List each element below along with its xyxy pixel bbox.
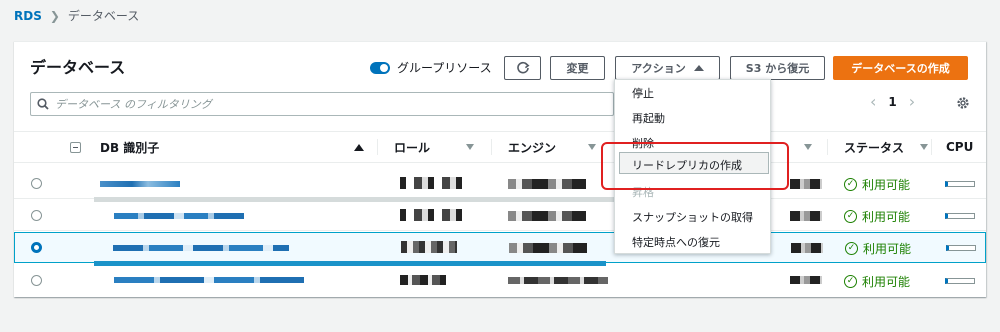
highlight-annotation-box	[601, 142, 789, 190]
cpu-meter	[945, 213, 975, 219]
prev-page-icon[interactable]: ‹	[870, 94, 876, 110]
check-circle-icon: ✓	[844, 178, 857, 191]
engine-redacted	[508, 179, 586, 189]
status-badge: ✓ 利用可能	[844, 208, 910, 225]
breadcrumb-current: データベース	[67, 9, 140, 23]
engine-redacted	[508, 211, 586, 221]
column-label: DB 識別子	[100, 140, 160, 155]
role-redacted	[400, 209, 464, 221]
actions-button[interactable]: アクション	[615, 56, 720, 80]
gear-icon[interactable]	[956, 96, 970, 110]
column-status[interactable]: ステータス	[844, 132, 932, 162]
status-badge: ✓ 利用可能	[844, 273, 910, 290]
check-circle-icon: ✓	[845, 242, 858, 255]
redacted-value	[790, 179, 822, 189]
status-text: 利用可能	[862, 210, 911, 224]
role-redacted	[400, 177, 464, 189]
breadcrumb: RDS ❯ データベース	[14, 7, 139, 24]
table-row-selected[interactable]: ✓ 利用可能	[14, 232, 986, 263]
cpu-meter	[946, 245, 976, 251]
column-role[interactable]: ロール	[394, 132, 492, 162]
cpu-meter	[945, 181, 975, 187]
group-resources-toggle[interactable]	[370, 61, 390, 74]
check-circle-icon: ✓	[844, 210, 857, 223]
pagination: ‹ 1 ›	[870, 94, 915, 110]
page-title: データベース	[30, 58, 126, 77]
row-radio-selected[interactable]	[31, 242, 42, 253]
sort-ascending-icon	[354, 143, 364, 151]
row-radio[interactable]	[31, 275, 42, 286]
restore-from-s3-button[interactable]: S3 から復元	[730, 56, 825, 80]
breadcrumb-rds-link[interactable]: RDS	[14, 9, 42, 23]
engine-redacted	[508, 277, 608, 284]
caret-up-icon	[693, 65, 704, 71]
cpu-meter	[945, 278, 975, 284]
db-identifier-redacted[interactable]	[100, 181, 180, 187]
group-resources-toggle-wrap: グループリソース	[370, 59, 492, 76]
search-input[interactable]: データベース のフィルタリング	[30, 92, 614, 116]
status-text: 利用可能	[863, 242, 912, 256]
column-cpu[interactable]: CPU	[946, 132, 986, 162]
redacted-value	[791, 243, 823, 253]
column-hidden-sort[interactable]	[788, 132, 828, 162]
db-identifier-redacted[interactable]	[114, 213, 244, 219]
refresh-button[interactable]	[504, 56, 541, 80]
row-radio[interactable]	[31, 210, 42, 221]
modify-button[interactable]: 変更	[550, 56, 605, 80]
redacted-value	[790, 276, 822, 284]
column-label: ステータス	[844, 140, 905, 155]
collapse-all-icon[interactable]	[70, 141, 81, 153]
sort-icon	[466, 144, 474, 150]
db-identifier-redacted[interactable]	[114, 277, 304, 283]
sort-icon	[920, 144, 928, 150]
next-page-icon[interactable]: ›	[909, 94, 915, 110]
search-icon	[37, 98, 49, 110]
current-page[interactable]: 1	[888, 95, 896, 109]
select-all-cell	[70, 132, 94, 162]
menu-item-point-in-time-restore[interactable]: 特定時点への復元	[632, 234, 720, 250]
actions-label: アクション	[631, 62, 686, 75]
column-label: ロール	[394, 140, 431, 155]
column-engine[interactable]: エンジン	[508, 132, 614, 162]
databases-panel: データベース グループリソース 変更 アクション S3 から復元 データベースの…	[14, 41, 986, 297]
db-identifier-redacted[interactable]	[113, 245, 289, 251]
column-label: エンジン	[508, 140, 557, 155]
column-db-identifier[interactable]: DB 識別子	[100, 132, 378, 162]
status-badge: ✓ 利用可能	[845, 240, 911, 257]
group-resources-label: グループリソース	[397, 61, 492, 75]
status-text: 利用可能	[862, 178, 911, 192]
engine-redacted	[509, 243, 587, 253]
sort-icon	[804, 144, 812, 150]
menu-item-stop[interactable]: 停止	[632, 85, 654, 101]
status-text: 利用可能	[862, 275, 911, 289]
menu-item-take-snapshot[interactable]: スナップショットの取得	[632, 209, 753, 225]
create-database-button[interactable]: データベースの作成	[833, 56, 968, 80]
menu-item-reboot[interactable]: 再起動	[632, 110, 665, 126]
table-row[interactable]: ✓ 利用可能	[14, 168, 986, 199]
role-redacted	[401, 241, 457, 253]
table-row[interactable]: ✓ 利用可能	[14, 200, 986, 231]
table-row[interactable]: ✓ 利用可能	[14, 265, 986, 296]
row-radio[interactable]	[31, 178, 42, 189]
search-placeholder: データベース のフィルタリング	[55, 98, 212, 111]
check-circle-icon: ✓	[844, 275, 857, 288]
refresh-icon	[516, 61, 530, 74]
column-label: CPU	[946, 140, 974, 154]
role-redacted	[400, 275, 446, 285]
status-badge: ✓ 利用可能	[844, 176, 910, 193]
chevron-right-icon: ❯	[49, 8, 60, 23]
redacted-value	[790, 211, 822, 221]
sort-icon	[588, 144, 596, 150]
table-header: DB 識別子 ロール エンジン ステータス CPU	[14, 131, 986, 163]
